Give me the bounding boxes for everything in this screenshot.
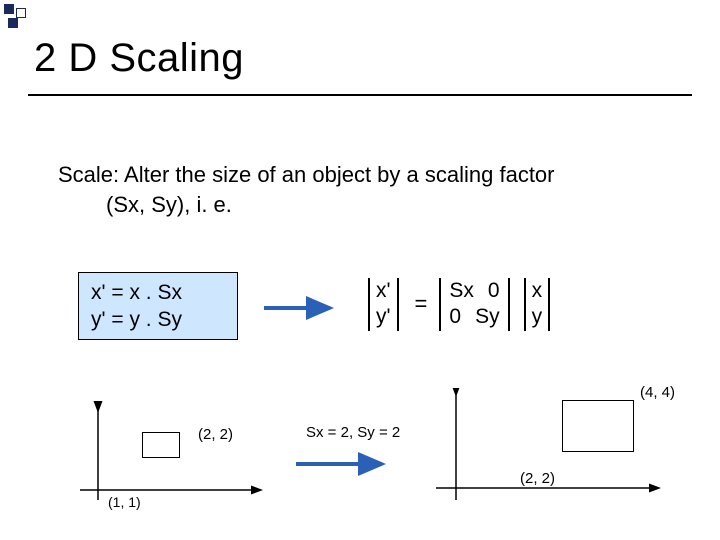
eq-xprime: x' = x . Sx [91,279,237,306]
slide-title: 2 D Scaling [34,36,244,81]
rect-before [142,432,180,458]
description-line2: (Sx, Sy), i. e. [58,190,658,220]
scaling-matrix: Sx 0 0 Sy [439,278,509,331]
arrow-to-result [294,452,394,476]
scalar-equations-box: x' = x . Sx y' = y . Sy [78,272,238,340]
m-r1c1: Sx [449,278,474,304]
arrow-to-matrix [262,296,342,320]
equals-sign: = [409,291,434,317]
vector-lhs: x' y' [368,278,399,331]
label-before-topright: (2, 2) [198,426,233,443]
label-after-origin: (2, 2) [520,470,555,487]
rect-after [562,400,634,452]
title-underline [28,94,692,96]
label-after-topright: (4, 4) [640,384,675,401]
m-r2c1: 0 [449,304,461,330]
eq-yprime: y' = y . Sy [91,306,237,333]
vector-rhs: x y [524,278,551,331]
scale-note: Sx = 2, Sy = 2 [306,424,400,441]
lhs-r2: y' [376,304,391,330]
description: Scale: Alter the size of an object by a … [58,160,658,219]
rhs-r2: y [532,304,543,330]
axes-before [60,400,280,520]
rhs-r1: x [532,278,543,304]
m-r1c2: 0 [488,278,500,304]
label-before-origin: (1, 1) [108,494,141,510]
matrix-equation: x' y' = Sx 0 0 Sy x y [368,278,550,331]
m-r2c2: Sy [475,304,500,330]
description-line1: Scale: Alter the size of an object by a … [58,160,658,190]
lhs-r1: x' [376,278,391,304]
